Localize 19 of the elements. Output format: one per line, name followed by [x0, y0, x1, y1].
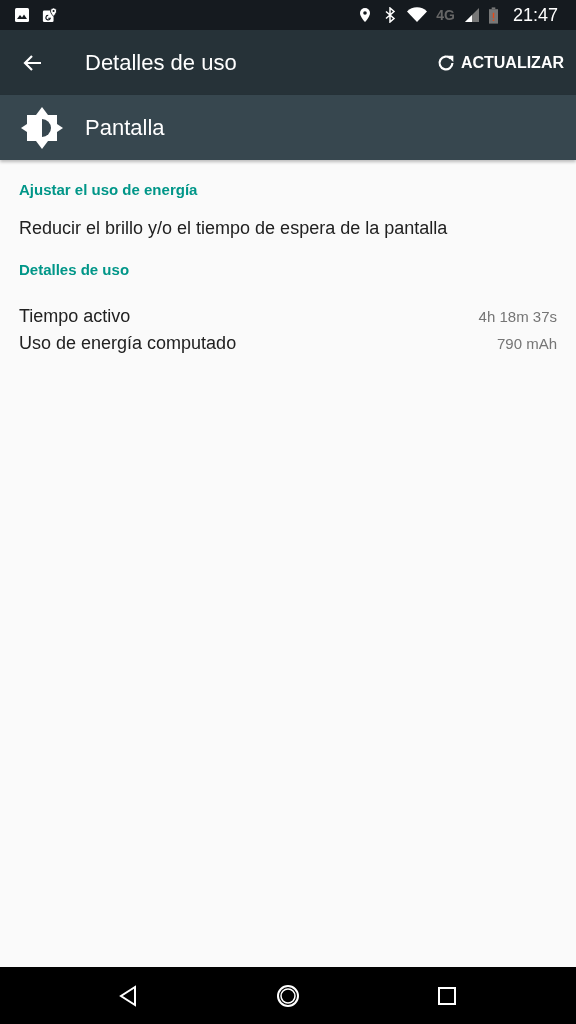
stat-value: 4h 18m 37s: [478, 307, 557, 327]
stat-value: 790 mAh: [496, 334, 557, 354]
stat-label: Tiempo activo: [19, 305, 131, 328]
section-header: Detalles de uso: [19, 261, 131, 279]
toolbar-title: Detalles de uso: [85, 49, 238, 76]
brightness-icon: [20, 105, 64, 150]
preference-item[interactable]: Reducir el brillo y/o el tiempo de espera de la pantalla: [19, 216, 557, 240]
app-title: Pantalla: [85, 114, 165, 141]
section-header: Ajustar el uso de energía: [19, 181, 199, 199]
network-type: 4G: [436, 7, 455, 23]
signal-icon: [463, 7, 480, 23]
refresh-button[interactable]: ACTUALIZAR: [430, 47, 568, 78]
battery-icon: [488, 6, 498, 24]
wifi-icon: [407, 7, 428, 23]
clock: 21:47: [512, 4, 558, 26]
gallery-icon: [14, 7, 30, 23]
stat-label: Uso de energía computado: [19, 332, 237, 355]
home-icon[interactable]: [276, 983, 300, 1008]
maps-icon: [42, 7, 58, 23]
